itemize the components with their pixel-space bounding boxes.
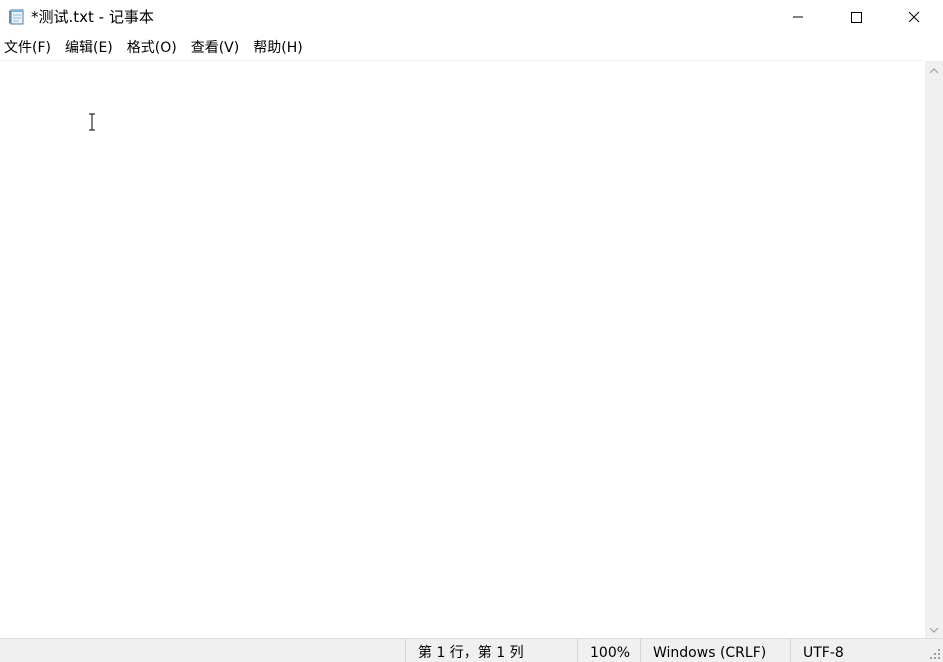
title-bar[interactable]: *测试.txt - 记事本 [0,0,943,34]
notepad-window: *测试.txt - 记事本 文件(F) 编辑(E) 格式(O) 查看(V) 帮助… [0,0,943,662]
scroll-down-button[interactable] [925,620,943,638]
zoom-level: 100% [577,639,643,662]
line-ending: Windows (CRLF) [640,639,793,662]
minimize-button[interactable] [769,0,827,34]
close-icon [908,11,920,23]
maximize-button[interactable] [827,0,885,34]
menu-format[interactable]: 格式(O) [123,37,181,59]
i-beam-cursor-icon [86,113,98,131]
status-bar: 第 1 行，第 1 列 100% Windows (CRLF) UTF-8 [0,638,943,662]
encoding: UTF-8 [790,639,920,662]
text-editor[interactable] [0,60,925,638]
menu-view[interactable]: 查看(V) [187,37,244,59]
menu-file[interactable]: 文件(F) [0,37,55,59]
notepad-icon [8,8,25,25]
vertical-scrollbar[interactable] [925,61,943,638]
window-title: *测试.txt - 记事本 [31,8,154,26]
close-button[interactable] [885,0,943,34]
cursor-position: 第 1 行，第 1 列 [405,639,580,662]
menu-help[interactable]: 帮助(H) [249,37,306,59]
resize-grip-icon[interactable] [929,648,941,660]
menu-bar: 文件(F) 编辑(E) 格式(O) 查看(V) 帮助(H) [0,36,943,60]
scroll-up-arrow-icon [929,61,939,80]
menu-edit[interactable]: 编辑(E) [61,37,117,59]
scroll-down-arrow-icon [929,620,939,639]
maximize-icon [850,11,862,23]
scroll-up-button[interactable] [925,61,943,79]
minimize-icon [792,11,804,23]
